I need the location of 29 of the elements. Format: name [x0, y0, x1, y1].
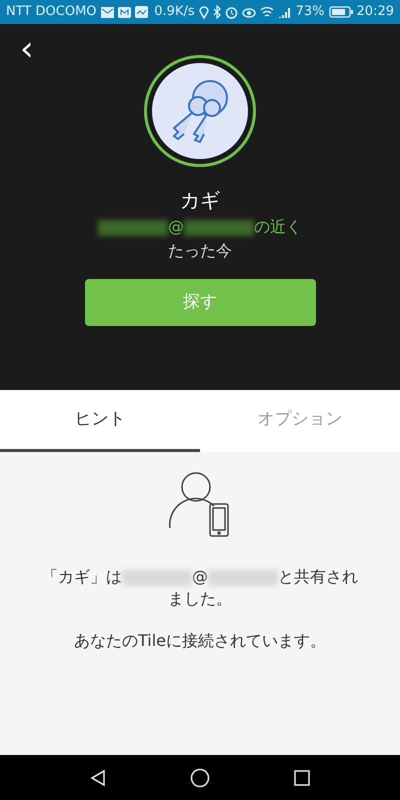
clock-text: 20:29 [356, 3, 394, 22]
shared-user-icon [168, 472, 232, 538]
battery-percent-text: 73% [296, 3, 325, 22]
battery-icon [328, 6, 353, 18]
signal-icon [278, 6, 292, 18]
network-speed-text: 0.9K/s [154, 3, 195, 22]
mail-icon [100, 6, 114, 18]
eye-icon [242, 6, 256, 18]
recents-nav-icon[interactable] [292, 768, 311, 786]
back-button[interactable]: ‹ [12, 32, 42, 66]
redacted-text [184, 220, 254, 236]
connected-message: あなたのTileに接続されています。 [74, 630, 326, 652]
shared-message: 「カギ」は @ と共有されました。 [41, 566, 359, 610]
back-nav-icon[interactable] [89, 768, 108, 786]
location-icon [198, 5, 209, 19]
last-seen-text: たった今 [168, 240, 232, 262]
wifi-icon [260, 6, 274, 18]
key-avatar-icon [144, 55, 256, 167]
bluetooth-icon [212, 5, 221, 19]
image-icon [134, 6, 148, 18]
redacted-text [208, 570, 278, 586]
alarm-icon [224, 6, 238, 18]
tile-name: カギ [180, 187, 220, 214]
location-text: @ の近く [98, 215, 302, 239]
mail-icon [118, 6, 131, 18]
carrier-text: NTT DOCOMO [6, 3, 97, 22]
redacted-text [98, 220, 168, 236]
home-nav-icon[interactable] [190, 768, 210, 788]
redacted-text [122, 570, 192, 586]
